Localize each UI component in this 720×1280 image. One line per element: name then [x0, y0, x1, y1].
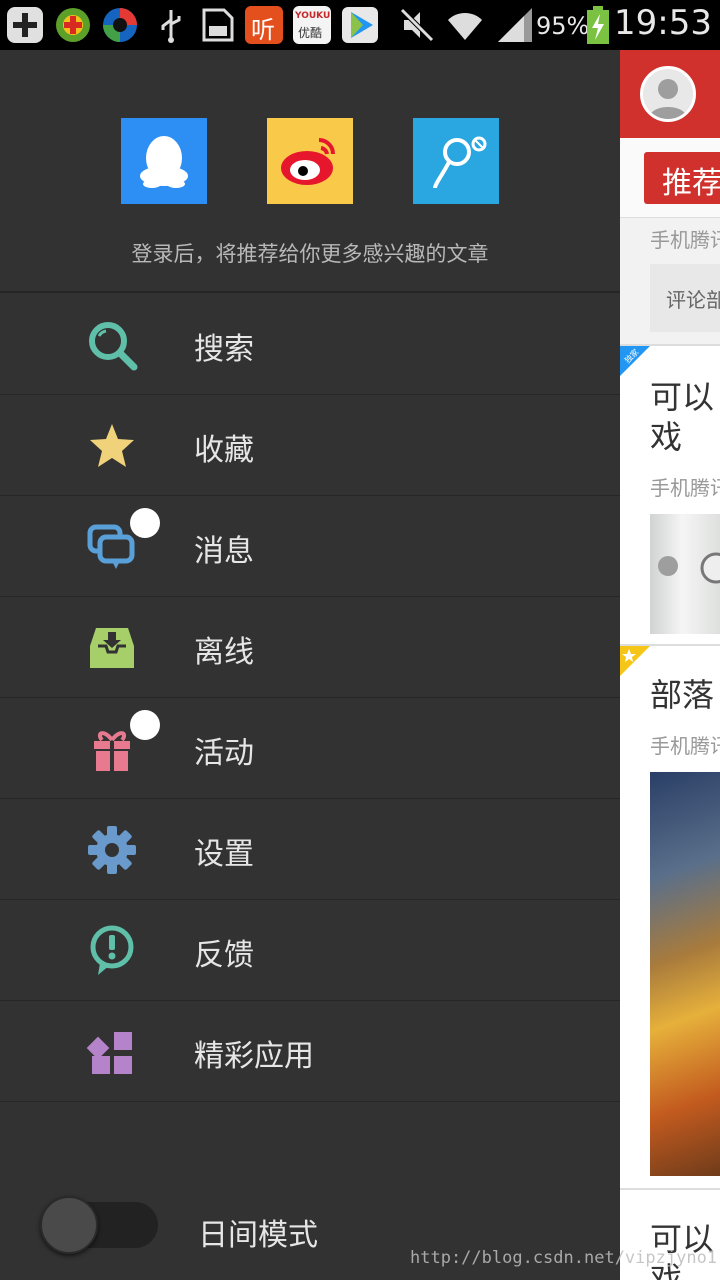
- menu-label: 精彩应用: [194, 1039, 314, 1074]
- menu-item-messages[interactable]: 消息: [0, 496, 620, 597]
- comment-text: 评论部: [666, 288, 720, 312]
- apps-icon: [86, 1032, 132, 1074]
- tab-recommend[interactable]: 推荐: [644, 152, 720, 204]
- weibo-icon: [281, 138, 335, 185]
- menu-item-offline[interactable]: 离线: [0, 597, 620, 698]
- menu-label: 设置: [194, 837, 254, 872]
- menu-label: 活动: [194, 736, 254, 771]
- article-source: 手机腾讯: [650, 734, 720, 758]
- day-mode-label: 日间模式: [198, 1218, 318, 1253]
- watermark: http://blog.csdn.net/vipzjyno1: [410, 1248, 718, 1268]
- mute-icon: [400, 8, 434, 42]
- article-title: 部落: [650, 676, 715, 714]
- wifi-icon: [448, 12, 482, 41]
- gear-icon: [88, 826, 136, 874]
- login-area: 登录后，将推荐给你更多感兴趣的文章: [0, 50, 620, 293]
- toggle-knob[interactable]: [40, 1196, 98, 1254]
- battery-icon: [587, 6, 609, 44]
- article-image: [650, 514, 720, 634]
- usb-icon: [161, 10, 181, 43]
- youku-app-icon: YOUKU 优酷: [293, 6, 331, 44]
- add-icon: [7, 7, 43, 43]
- article-source: 手机腾讯: [650, 228, 720, 252]
- comment-box[interactable]: 评论部: [650, 264, 720, 332]
- menu-item-events[interactable]: 活动: [0, 698, 620, 799]
- feedback-icon: [90, 925, 134, 975]
- search-icon: [89, 322, 138, 371]
- exclusive-tag-icon: 独家: [620, 346, 650, 376]
- navigation-drawer: 登录后，将推荐给你更多感兴趣的文章 搜索 收藏 消息 离线 活动 设置 反馈 精…: [0, 50, 620, 1280]
- app-icon: [103, 8, 137, 42]
- menu-item-settings[interactable]: 设置: [0, 799, 620, 900]
- status-bar: 听 YOUKU 优酷 95% 19:53: [0, 0, 720, 50]
- article-title: 戏: [650, 418, 683, 456]
- menu-label: 离线: [194, 635, 254, 670]
- menu-item-apps[interactable]: 精彩应用: [0, 1001, 620, 1102]
- app-icon: [56, 8, 90, 42]
- article-image: [650, 772, 720, 1176]
- menu-label: 搜索: [194, 332, 254, 367]
- user-avatar-icon: [649, 79, 687, 119]
- sd-card-icon: [202, 8, 234, 42]
- menu-item-search[interactable]: 搜索: [0, 294, 620, 395]
- ting-app-icon: 听: [245, 6, 283, 44]
- tab-bar: 推荐: [620, 138, 720, 218]
- avatar[interactable]: [640, 66, 696, 122]
- featured-star-tag-icon: [620, 646, 650, 676]
- menu-item-favorites[interactable]: 收藏: [0, 395, 620, 496]
- article-source: 手机腾讯: [650, 476, 720, 500]
- drawer-menu: 搜索 收藏 消息 离线 活动 设置 反馈 精彩应用: [0, 294, 620, 1102]
- article-thumbnail: [658, 552, 720, 584]
- tencent-weibo-login-button[interactable]: [413, 118, 499, 204]
- tencent-weibo-icon: [433, 136, 487, 189]
- main-content-peek: 推荐 手机腾讯 评论部 独家 可以 戏 手机腾讯 部落 手机腾讯 可以 戏: [620, 50, 720, 1280]
- content-header: [620, 50, 720, 138]
- weibo-login-button[interactable]: [267, 118, 353, 204]
- menu-label: 消息: [194, 534, 254, 569]
- notification-badge: [130, 710, 160, 740]
- clock: 19:53: [614, 3, 712, 43]
- video-app-icon: [342, 7, 378, 43]
- qq-icon: [140, 136, 188, 188]
- star-icon: [90, 424, 134, 467]
- battery-percent: 95%: [536, 12, 590, 40]
- menu-label: 收藏: [194, 433, 254, 468]
- qq-login-button[interactable]: [121, 118, 207, 204]
- menu-label: 反馈: [194, 938, 254, 973]
- login-hint: 登录后，将推荐给你更多感兴趣的文章: [131, 242, 489, 266]
- menu-item-feedback[interactable]: 反馈: [0, 900, 620, 1001]
- notification-badge: [130, 508, 160, 538]
- offline-download-icon: [90, 628, 134, 668]
- signal-icon: [498, 8, 532, 42]
